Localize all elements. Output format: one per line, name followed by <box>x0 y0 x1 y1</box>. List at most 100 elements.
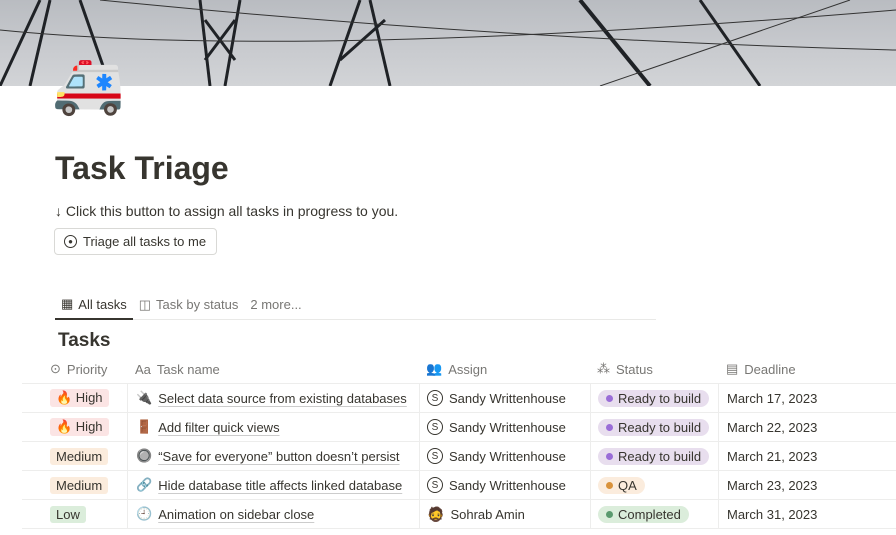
column-assign[interactable]: 👥 Assign <box>419 355 590 383</box>
status-cell[interactable]: Ready to build <box>590 384 718 412</box>
column-label: Deadline <box>744 361 796 377</box>
priority-tag: Low <box>50 505 86 523</box>
task-name-cell[interactable]: 🔌 Select data source from existing databa… <box>127 384 419 412</box>
avatar: S <box>427 390 443 406</box>
deadline-date: March 21, 2023 <box>727 448 818 464</box>
tab-label: 2 more... <box>250 297 302 312</box>
column-task-name[interactable]: Aa Task name <box>127 355 419 383</box>
status-badge: Ready to build <box>598 389 710 407</box>
tab-more[interactable]: 2 more... <box>244 290 307 319</box>
status-icon: ⁂ <box>597 361 610 376</box>
table-row[interactable]: Low 🕘 Animation on sidebar close 🧔 Sohrab … <box>22 500 896 529</box>
board-icon: ◫ <box>138 296 151 312</box>
task-name-cell[interactable]: 🔗 Hide database title affects linked data… <box>127 471 419 499</box>
avatar: 🧔 <box>427 505 445 522</box>
priority-tag: Medium <box>50 447 109 465</box>
column-label: Status <box>616 361 653 377</box>
table-header: ⊙ Priority Aa Task name 👥 Assign ⁂ Status ▤ D… <box>22 355 896 384</box>
table-row[interactable]: 🔥 High 🔌 Select data source from existing… <box>22 384 896 413</box>
priority-tag: Medium <box>50 476 109 494</box>
task-name-link[interactable]: “Save for everyone” button doesn’t persi… <box>158 449 399 464</box>
task-icon: 🔌 <box>136 390 153 405</box>
page-description: ↓ Click this button to assign all tasks … <box>55 203 399 219</box>
cover-image[interactable] <box>0 0 896 86</box>
priority-tag: 🔥 High <box>50 389 109 407</box>
table-row[interactable]: Medium 🔘 “Save for everyone” button doesn… <box>22 442 896 471</box>
status-dot <box>606 394 613 402</box>
column-label: Task name <box>156 361 220 377</box>
assignee-name: Sandy Writtenhouse <box>449 419 566 435</box>
status-cell[interactable]: QA <box>590 471 718 499</box>
task-icon: 🔗 <box>136 477 153 492</box>
task-name-cell[interactable]: 🚪 Add filter quick views <box>127 413 419 441</box>
triage-button[interactable]: ● Triage all tasks to me <box>54 228 217 255</box>
tab-label: Task by status <box>156 297 239 312</box>
status-dot <box>606 423 613 431</box>
column-status[interactable]: ⁂ Status <box>590 355 718 383</box>
priority-cell[interactable]: Low <box>22 500 127 528</box>
task-icon: 🔘 <box>136 448 153 463</box>
task-name-link[interactable]: Animation on sidebar close <box>158 507 314 522</box>
column-priority[interactable]: ⊙ Priority <box>22 355 127 383</box>
power-lines-image <box>0 0 896 86</box>
calendar-icon: ▤ <box>726 361 739 376</box>
page-title: Task Triage <box>55 150 229 186</box>
avatar: S <box>427 419 443 435</box>
deadline-cell[interactable]: March 17, 2023 <box>718 384 888 412</box>
people-icon: 👥 <box>426 361 443 376</box>
column-label: Assign <box>448 361 488 377</box>
select-icon: ⊙ <box>50 361 61 376</box>
assign-cell[interactable]: S Sandy Writtenhouse <box>419 384 590 412</box>
priority-cell[interactable]: 🔥 High <box>22 384 127 412</box>
deadline-date: March 17, 2023 <box>727 390 818 406</box>
assign-cell[interactable]: S Sandy Writtenhouse <box>419 413 590 441</box>
deadline-cell[interactable]: March 31, 2023 <box>718 500 888 528</box>
status-dot <box>606 481 613 489</box>
status-dot <box>606 452 613 460</box>
assign-cell[interactable]: S Sandy Writtenhouse <box>419 442 590 470</box>
deadline-cell[interactable]: March 21, 2023 <box>718 442 888 470</box>
avatar: S <box>427 477 443 493</box>
status-badge: Completed <box>598 505 689 523</box>
tab-all-tasks[interactable]: ▦ All tasks <box>55 290 133 320</box>
priority-tag: 🔥 High <box>50 418 109 436</box>
status-dot <box>606 510 613 518</box>
status-cell[interactable]: Ready to build <box>590 442 718 470</box>
deadline-cell[interactable]: March 22, 2023 <box>718 413 888 441</box>
task-name-cell[interactable]: 🕘 Animation on sidebar close <box>127 500 419 528</box>
table-row[interactable]: Medium 🔗 Hide database title affects link… <box>22 471 896 500</box>
status-label: Completed <box>618 506 681 522</box>
page-icon[interactable]: 🚑 <box>52 50 124 120</box>
table-icon: ▦ <box>61 296 74 311</box>
deadline-date: March 23, 2023 <box>727 477 818 493</box>
task-name-link[interactable]: Hide database title affects linked datab… <box>158 478 402 493</box>
priority-cell[interactable]: Medium <box>22 442 127 470</box>
assign-cell[interactable]: S Sandy Writtenhouse <box>419 471 590 499</box>
task-name-link[interactable]: Select data source from existing databas… <box>158 391 407 406</box>
avatar: S <box>427 448 443 464</box>
text-icon: Aa <box>135 361 151 377</box>
status-badge: Ready to build <box>598 447 710 465</box>
assignee-name: Sohrab Amin <box>450 506 525 522</box>
tab-label: All tasks <box>78 296 127 312</box>
priority-cell[interactable]: 🔥 High <box>22 413 127 441</box>
status-cell[interactable]: Ready to build <box>590 413 718 441</box>
table-row[interactable]: 🔥 High 🚪 Add filter quick views S Sandy Wr… <box>22 413 896 442</box>
triage-button-label: Triage all tasks to me <box>83 234 207 249</box>
task-name-cell[interactable]: 🔘 “Save for everyone” button doesn’t pers… <box>127 442 419 470</box>
status-badge: Ready to build <box>598 418 710 436</box>
assignee-name: Sandy Writtenhouse <box>449 390 566 406</box>
status-cell[interactable]: Completed <box>590 500 718 528</box>
status-label: Ready to build <box>618 448 702 464</box>
column-deadline[interactable]: ▤ Deadline <box>718 355 888 383</box>
assignee-name: Sandy Writtenhouse <box>449 477 566 493</box>
task-name-link[interactable]: Add filter quick views <box>158 420 279 435</box>
assign-cell[interactable]: 🧔 Sohrab Amin <box>419 500 590 528</box>
tasks-table: ⊙ Priority Aa Task name 👥 Assign ⁂ Status ▤ D… <box>22 355 896 529</box>
priority-cell[interactable]: Medium <box>22 471 127 499</box>
deadline-date: March 31, 2023 <box>727 506 818 522</box>
task-icon: 🚪 <box>136 419 153 434</box>
deadline-cell[interactable]: March 23, 2023 <box>718 471 888 499</box>
deadline-date: March 22, 2023 <box>727 419 818 435</box>
tab-task-by-status[interactable]: ◫ Task by status <box>133 290 245 319</box>
